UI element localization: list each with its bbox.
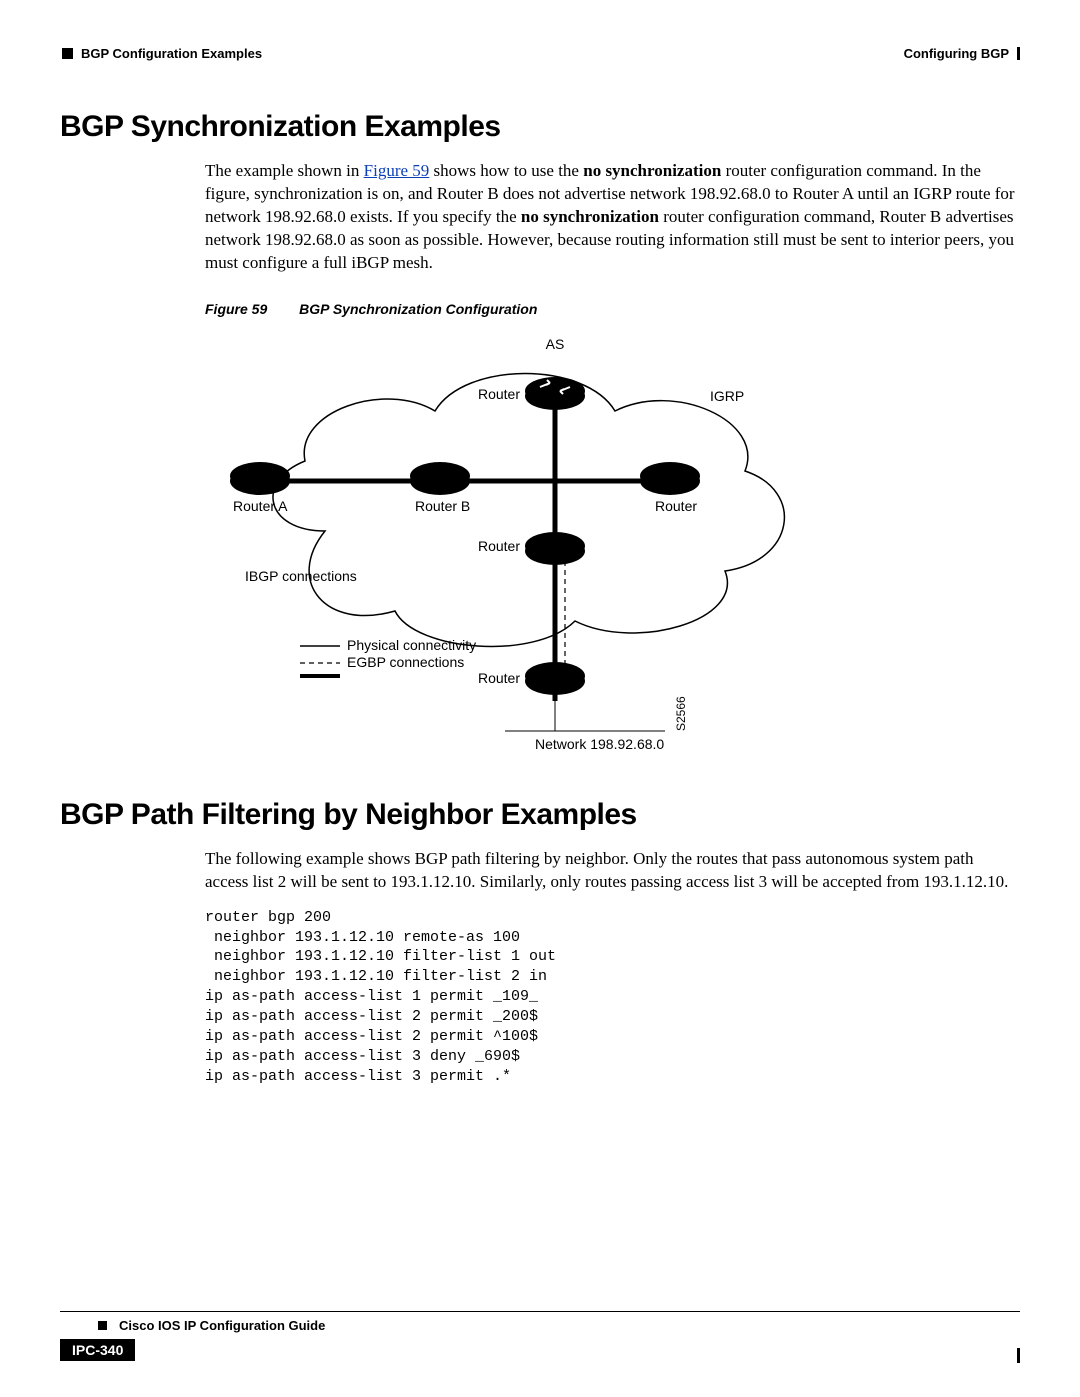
footer-bar-icon	[1017, 1348, 1020, 1363]
header-square-icon	[62, 48, 73, 59]
page: BGP Configuration Examples Configuring B…	[0, 0, 1080, 1397]
label-igrp: IGRP	[710, 388, 744, 404]
header-chapter: Configuring BGP	[904, 46, 1009, 61]
content: BGP Synchronization Examples The example…	[60, 110, 1020, 1087]
section1-paragraph: The example shown in Figure 59 shows how…	[205, 160, 1020, 275]
figure-link[interactable]: Figure 59	[364, 161, 430, 180]
section2-title: BGP Path Filtering by Neighbor Examples	[60, 798, 1020, 832]
section2-body: The following example shows BGP path fil…	[205, 848, 1020, 894]
footer-row: Cisco IOS IP Configuration Guide	[60, 1318, 1020, 1333]
legend-physical: Physical connectivity	[347, 637, 476, 653]
legend-egbp: EGBP connections	[347, 654, 464, 670]
section1-body: The example shown in Figure 59 shows how…	[205, 160, 1020, 275]
header-right: Configuring BGP	[904, 46, 1020, 61]
header-section: BGP Configuration Examples	[81, 46, 262, 61]
label-router-top: Router	[478, 386, 520, 402]
label-network: Network 198.92.68.0	[535, 736, 664, 752]
figure: AS IGRP Router Router A Router B Router …	[205, 331, 805, 764]
section2-paragraph: The following example shows BGP path fil…	[205, 848, 1020, 894]
figure-caption: Figure 59 BGP Synchronization Configurat…	[205, 301, 1020, 317]
label-ibgp: IBGP connections	[245, 568, 357, 584]
page-footer: Cisco IOS IP Configuration Guide IPC-340	[60, 1311, 1020, 1361]
label-sid: S2566	[674, 696, 688, 731]
config-code-block: router bgp 200 neighbor 193.1.12.10 remo…	[205, 908, 1020, 1087]
diagram-svg: AS IGRP Router Router A Router B Router …	[205, 331, 805, 761]
label-router-mid: Router	[478, 538, 520, 554]
label-as: AS	[546, 336, 565, 352]
label-router-b: Router B	[415, 498, 470, 514]
footer-book-title: Cisco IOS IP Configuration Guide	[119, 1318, 325, 1333]
header-bar-icon	[1017, 47, 1020, 60]
label-router-right: Router	[655, 498, 697, 514]
section1-title: BGP Synchronization Examples	[60, 110, 1020, 144]
footer-rule	[60, 1311, 1020, 1312]
label-router-a: Router A	[233, 498, 288, 514]
page-number: IPC-340	[60, 1339, 135, 1361]
figure-number: Figure 59	[205, 301, 267, 317]
footer-square-icon	[98, 1321, 107, 1330]
header-left: BGP Configuration Examples	[62, 46, 262, 61]
figure-title: BGP Synchronization Configuration	[299, 301, 537, 317]
label-router-bottom: Router	[478, 670, 520, 686]
running-header: BGP Configuration Examples Configuring B…	[62, 46, 1020, 61]
